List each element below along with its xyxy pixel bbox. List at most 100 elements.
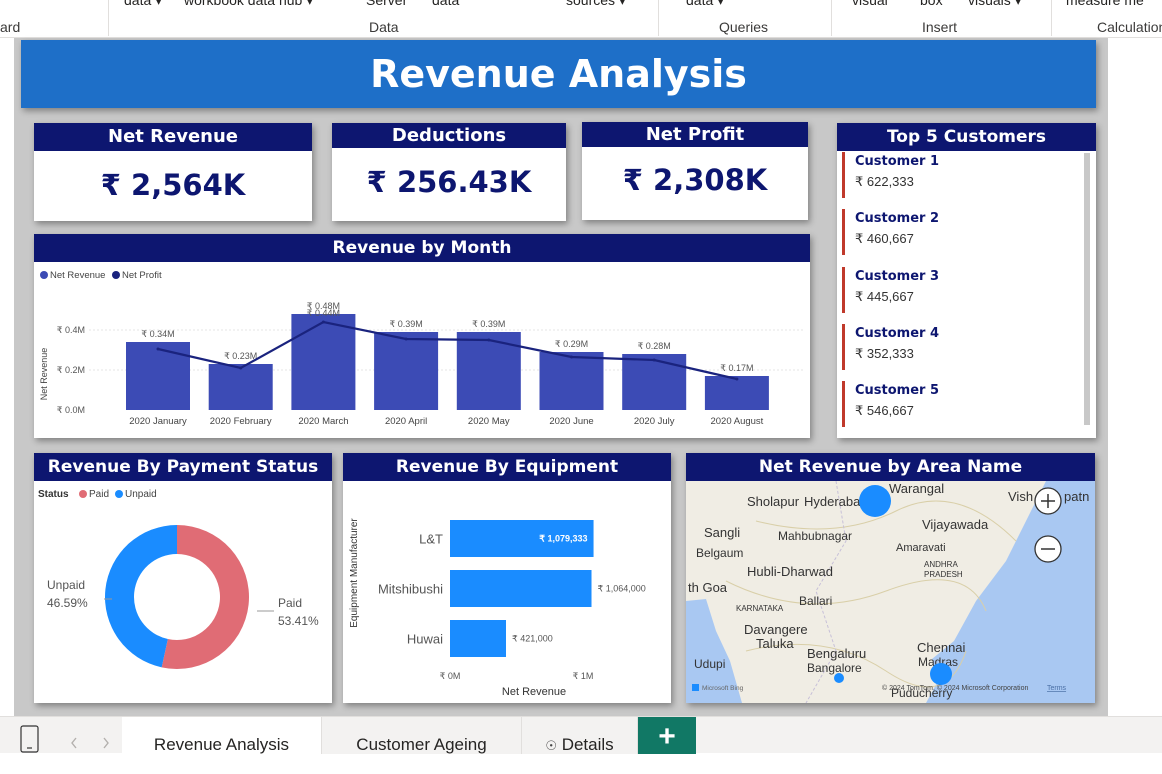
kpi-title: Deductions (332, 123, 566, 148)
bing-logo-icon (692, 684, 699, 691)
x-tick-label: 2020 February (210, 416, 272, 427)
zoom-in-button[interactable] (1034, 487, 1062, 515)
map-place-label: Hyderabad (804, 494, 868, 509)
net-revenue-bar[interactable] (374, 332, 439, 410)
y-tick-label: L&T (419, 532, 443, 547)
ribbon-group-queries: Queries (719, 19, 769, 35)
kpi-value: ₹ 2,564K (100, 168, 246, 202)
net-revenue-bar[interactable] (704, 376, 769, 410)
y-tick-label: Huwai (407, 632, 443, 647)
net-revenue-bar[interactable] (208, 364, 273, 410)
ribbon-command[interactable]: box (920, 0, 943, 8)
legend-marker-unpaid (115, 490, 123, 498)
chevron-right-icon[interactable] (103, 737, 109, 749)
bar-value-label: ₹ 421,000 (512, 634, 553, 644)
customer-item[interactable]: Customer 1 ₹ 622,333 (842, 152, 1080, 198)
line-value-label: ₹ 0.44M (307, 308, 340, 318)
customer-item[interactable]: Customer 4 ₹ 352,333 (842, 324, 1080, 370)
ribbon-command[interactable]: Server (366, 0, 407, 8)
kpi-card-deductions[interactable]: Deductions ₹ 256.43K (332, 123, 566, 221)
chart-title: Revenue by Month (34, 234, 810, 262)
customer-item[interactable]: Customer 2 ₹ 460,667 (842, 209, 1080, 255)
customer-value: ₹ 445,667 (855, 289, 914, 304)
customer-name: Customer 2 (855, 211, 940, 226)
ribbon-separator (831, 0, 832, 36)
add-page-button[interactable]: + (638, 717, 696, 754)
tab-revenue-analysis[interactable]: Revenue Analysis (122, 717, 322, 754)
bar-value-label: ₹ 0.29M (555, 339, 588, 349)
ribbon-separator (108, 0, 109, 36)
tab-details[interactable]: ☉ Details (522, 717, 638, 754)
page-tabs-bar: Revenue Analysis Customer Ageing ☉ Detai… (0, 716, 1162, 754)
payment-status-card[interactable]: Revenue By Payment Status Status Paid Un… (34, 453, 332, 703)
kpi-title: Net Profit (582, 122, 808, 147)
chevron-left-icon[interactable] (71, 737, 77, 749)
tab-customer-ageing[interactable]: Customer Ageing (322, 717, 522, 754)
net-revenue-bar[interactable] (539, 352, 604, 410)
slice-label-name: Unpaid (47, 578, 85, 592)
net-profit-point (404, 337, 408, 341)
customer-value: ₹ 622,333 (855, 174, 914, 189)
ribbon-command[interactable]: measure me (1066, 0, 1144, 8)
map-place-label: KARNATAKA (736, 604, 784, 613)
ribbon-command[interactable]: data ▾ (686, 0, 724, 9)
net-revenue-bar[interactable] (622, 354, 687, 410)
top-customers-card[interactable]: Top 5 Customers Customer 1 ₹ 622,333 Cus… (837, 123, 1096, 438)
slice-label-name: Paid (278, 596, 302, 610)
top-customers-title: Top 5 Customers (837, 123, 1096, 151)
y-tick-label: ₹ 0.2M (57, 365, 85, 375)
map-place-label: Ballari (799, 594, 832, 608)
map-attribution: © 2024 TomTom, © 2024 Microsoft Corporat… (882, 684, 1028, 692)
customer-name: Customer 1 (855, 154, 940, 169)
net-profit-point (487, 338, 491, 342)
legend-title: Status (38, 489, 69, 500)
x-tick-label: 2020 July (634, 416, 675, 427)
scrollbar-thumb[interactable] (1084, 153, 1090, 425)
ribbon-command[interactable]: visual (852, 0, 888, 8)
map-card[interactable]: Net Revenue by Area Name Warangal Sholapu… (686, 453, 1095, 703)
kpi-title: Net Revenue (34, 123, 312, 151)
map-bubble-hyderabad[interactable] (859, 485, 891, 517)
zoom-out-button[interactable] (1034, 535, 1062, 563)
customer-value: ₹ 546,667 (855, 403, 914, 418)
x-tick-label: 2020 April (385, 416, 427, 427)
map-place-label: PRADESH (924, 570, 963, 579)
area-map[interactable]: Warangal Sholapur Hyderabad Vish patn Sangli M… (686, 481, 1095, 703)
customer-item[interactable]: Customer 3 ₹ 445,667 (842, 267, 1080, 313)
net-revenue-bar[interactable] (291, 314, 356, 410)
kpi-card-net-revenue[interactable]: Net Revenue ₹ 2,564K (34, 123, 312, 221)
x-tick-label: 2020 March (298, 416, 348, 427)
tab-label: Customer Ageing (356, 735, 487, 754)
map-bubble-chennai[interactable] (930, 663, 952, 685)
slice-label-pct: 46.59% (47, 596, 88, 610)
map-terms-link[interactable]: Terms (1047, 685, 1067, 692)
report-title: Revenue Analysis (21, 40, 1096, 108)
legend-label: Unpaid (125, 489, 157, 500)
map-place-label: Hubli-Dharwad (747, 564, 833, 579)
equipment-card[interactable]: Revenue By Equipment Equipment Manufactu… (343, 453, 671, 703)
customer-scrollbar[interactable] (1084, 153, 1090, 425)
ribbon-command[interactable]: data (432, 0, 459, 8)
ribbon-command[interactable]: data ▾ (124, 0, 162, 9)
equipment-bar[interactable] (450, 620, 506, 657)
equipment-bar[interactable] (450, 570, 592, 607)
tab-scroll-arrows[interactable] (66, 735, 116, 751)
mobile-layout-icon[interactable] (0, 717, 60, 754)
donut-slice-unpaid[interactable] (104, 525, 177, 668)
hidden-eye-icon: ☉ (545, 738, 557, 753)
kpi-card-net-profit[interactable]: Net Profit ₹ 2,308K (582, 122, 808, 220)
net-profit-point (652, 358, 656, 362)
x-tick-label: 2020 May (468, 416, 510, 427)
chart-title: Revenue By Payment Status (34, 453, 332, 481)
tab-label: Details (561, 735, 614, 754)
ribbon-command[interactable]: visuals ▾ (968, 0, 1022, 9)
ribbon-command[interactable]: workbook data hub ▾ (184, 0, 313, 9)
revenue-by-month-card[interactable]: Revenue by Month Net Revenue Net Profit … (34, 234, 810, 438)
customer-name: Customer 5 (855, 383, 940, 398)
ribbon-group-data: Data (369, 19, 399, 35)
net-revenue-bar[interactable] (126, 342, 190, 410)
map-bubble-bangalore[interactable] (834, 673, 844, 683)
legend-label: Paid (89, 489, 109, 500)
customer-item[interactable]: Customer 5 ₹ 546,667 (842, 381, 1080, 427)
ribbon-command[interactable]: sources ▾ (566, 0, 626, 9)
